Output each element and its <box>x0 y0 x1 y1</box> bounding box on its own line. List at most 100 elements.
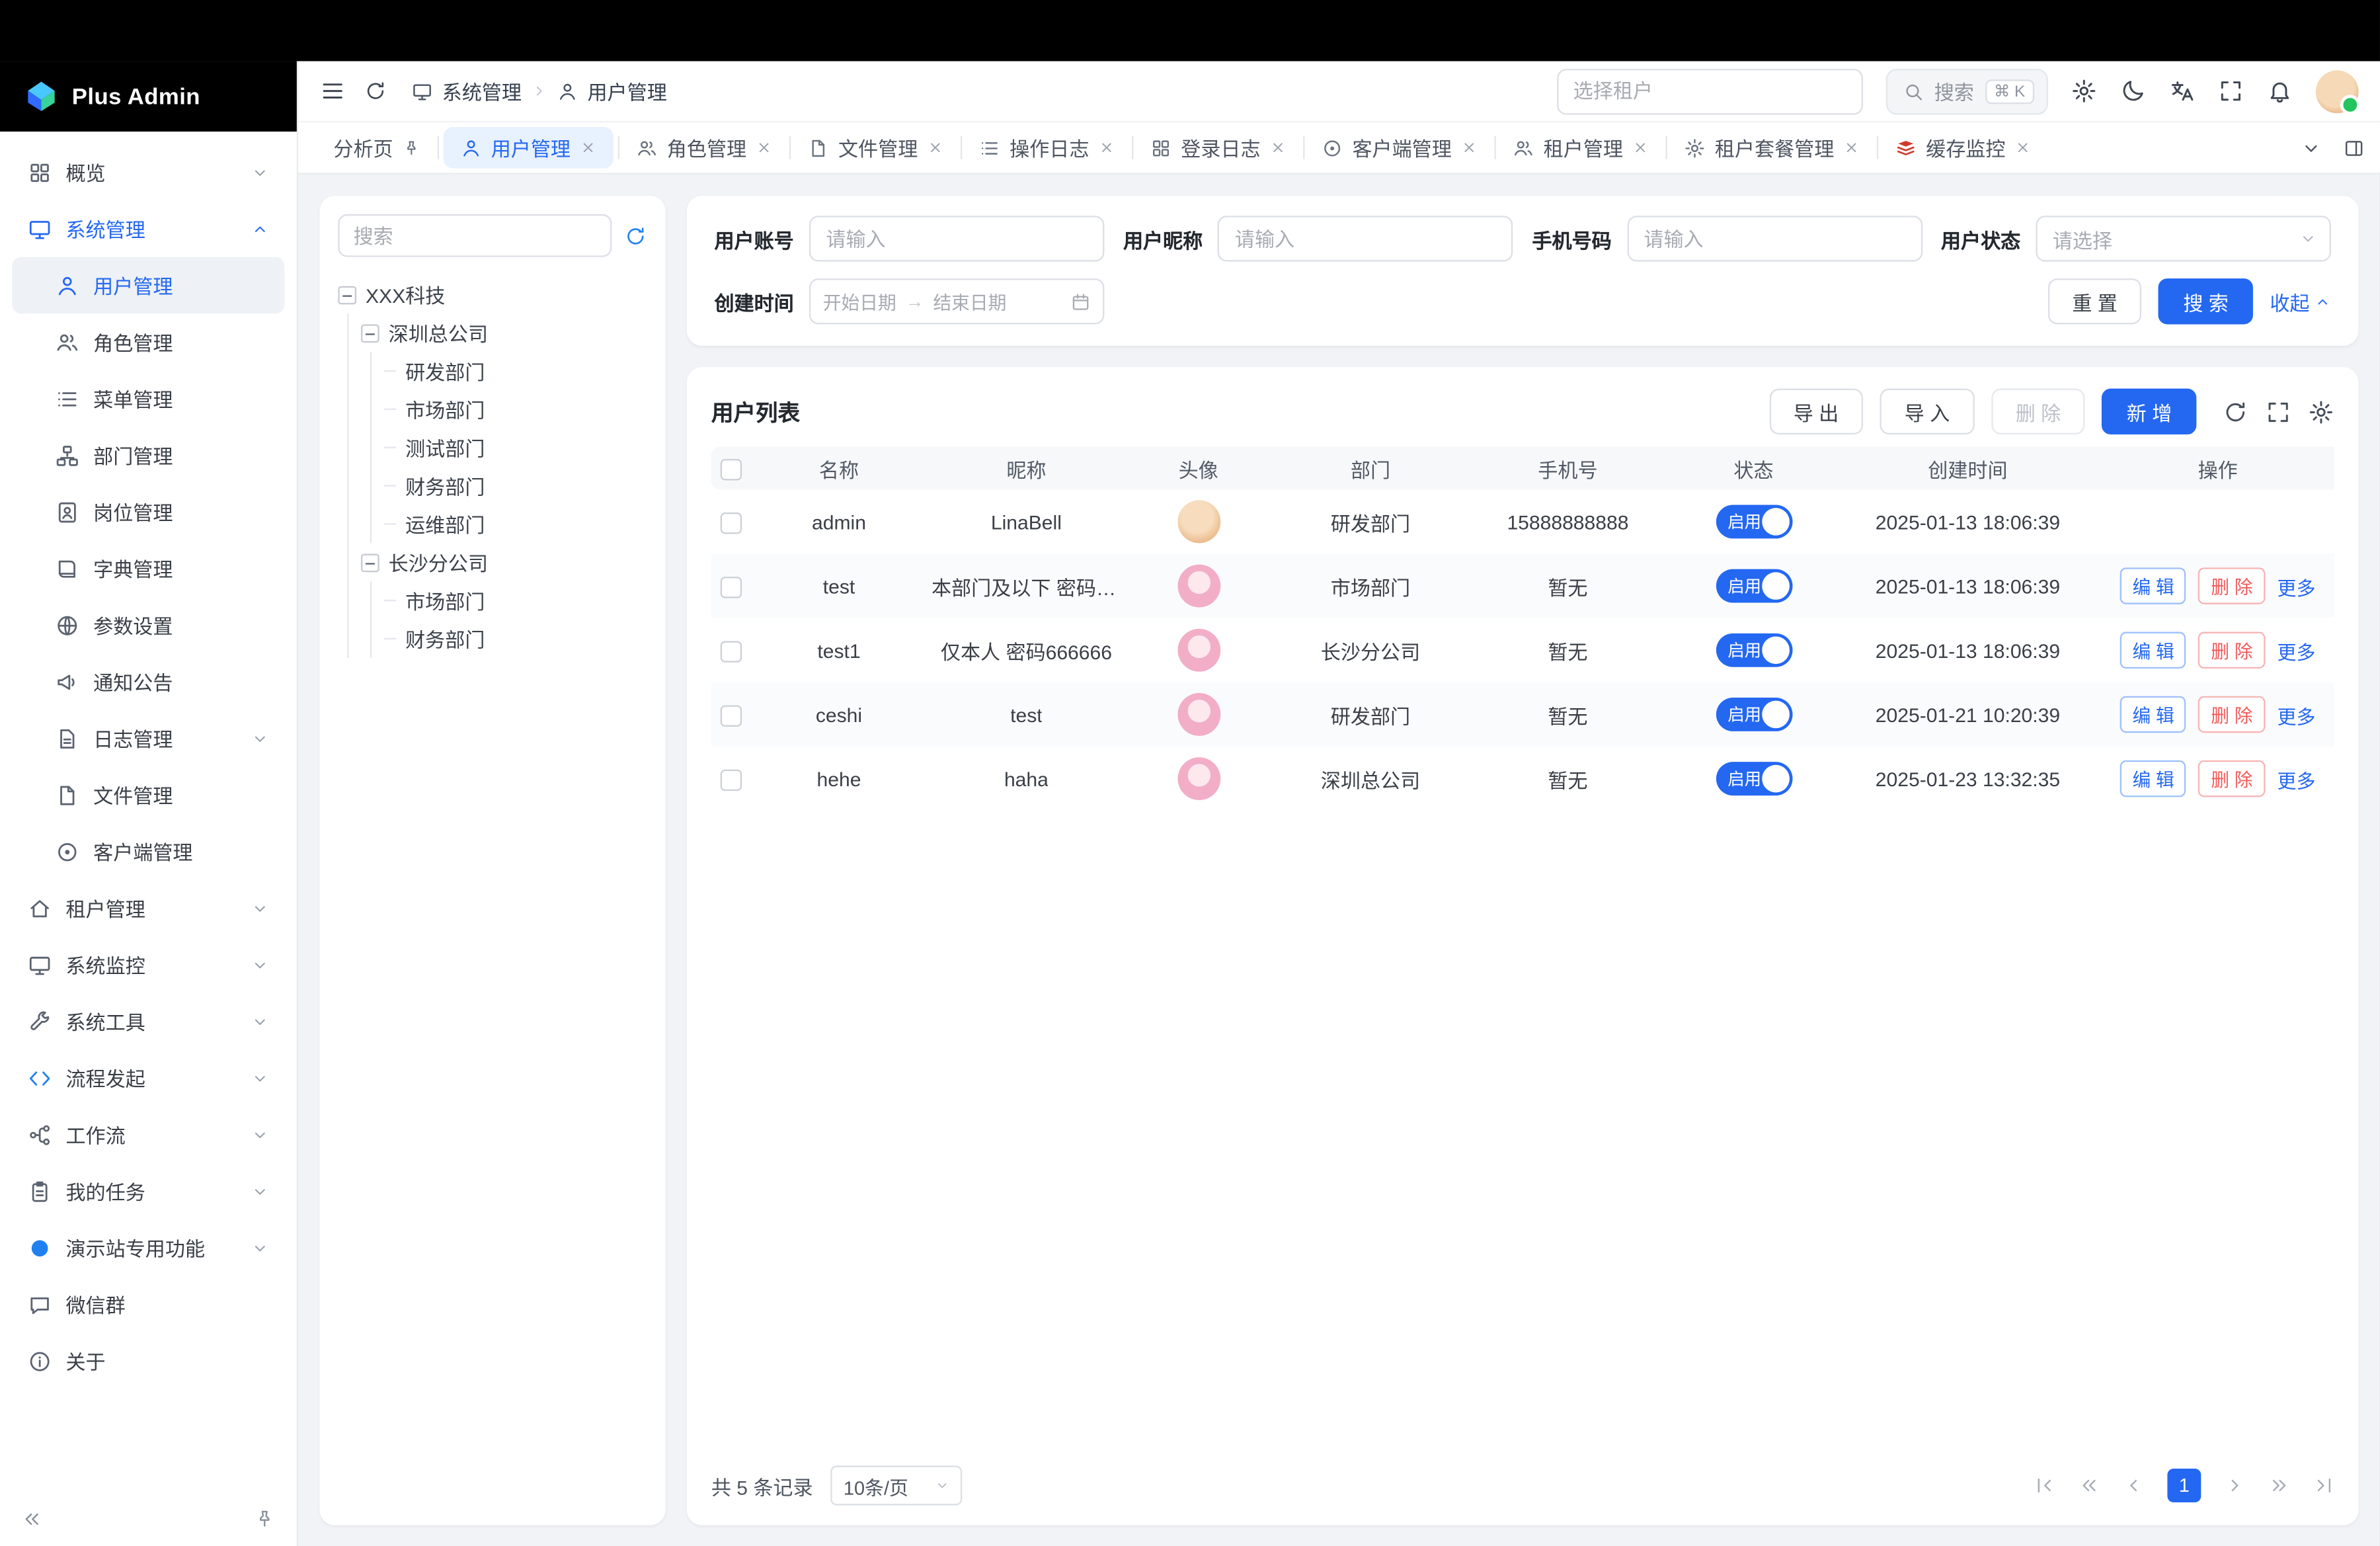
tree-collapse-icon[interactable] <box>361 323 379 342</box>
sidebar-item[interactable]: 文件管理 <box>13 766 285 823</box>
tree-node[interactable]: 研发部门 <box>384 352 647 390</box>
tab-1[interactable]: 分析页 <box>317 122 438 174</box>
tab-close-icon[interactable] <box>756 140 772 156</box>
settings-gear-icon[interactable] <box>2071 78 2097 104</box>
tab-close-icon[interactable] <box>580 140 596 156</box>
page-size-select[interactable]: 10条/页 <box>831 1465 963 1505</box>
sidebar-item[interactable]: 微信群 <box>13 1276 285 1333</box>
sidebar-pin-button[interactable] <box>254 1508 275 1529</box>
sidebar-item[interactable]: 参数设置 <box>13 596 285 653</box>
tab-5[interactable]: 操作日志 <box>962 122 1132 174</box>
tree-node[interactable]: 财务部门 <box>384 620 647 658</box>
jump-back-button[interactable] <box>2079 1475 2100 1496</box>
row-checkbox[interactable] <box>721 577 742 598</box>
sidebar-item[interactable]: 系统监控 <box>13 936 285 993</box>
sidebar-item[interactable]: 日志管理 <box>13 710 285 767</box>
tab-close-icon[interactable] <box>1632 140 1649 156</box>
phone-input[interactable] <box>1627 216 1923 261</box>
jump-forward-button[interactable] <box>2268 1475 2289 1496</box>
user-avatar[interactable] <box>2316 69 2359 112</box>
fullscreen-icon[interactable] <box>2218 78 2244 104</box>
delete-row-button[interactable]: 删 除 <box>2199 567 2265 604</box>
tree-node[interactable]: 深圳总公司 <box>361 313 647 352</box>
status-toggle[interactable]: 启用 <box>1716 569 1792 603</box>
import-button[interactable]: 导 入 <box>1880 389 1975 434</box>
row-checkbox[interactable] <box>721 705 742 726</box>
tenant-select-input[interactable] <box>1556 68 1862 114</box>
status-toggle[interactable]: 启用 <box>1716 505 1792 538</box>
language-icon[interactable] <box>2169 78 2195 104</box>
current-page-button[interactable]: 1 <box>2167 1469 2201 1502</box>
tree-search-input[interactable] <box>338 214 612 257</box>
tab-7[interactable]: 客户端管理 <box>1305 122 1495 174</box>
last-page-button[interactable] <box>2313 1475 2334 1496</box>
status-cell[interactable]: 启用 <box>1666 554 1842 618</box>
edit-button[interactable]: 编 辑 <box>2120 567 2186 604</box>
table-refresh-icon[interactable] <box>2223 399 2248 425</box>
status-toggle[interactable]: 启用 <box>1716 698 1792 731</box>
tree-node[interactable]: 长沙分公司 <box>361 543 647 581</box>
sidebar-item[interactable]: 演示站专用功能 <box>13 1219 285 1276</box>
delete-row-button[interactable]: 删 除 <box>2199 696 2265 733</box>
tab-close-icon[interactable] <box>2014 140 2031 156</box>
tree-node[interactable]: 市场部门 <box>384 581 647 620</box>
tab-2[interactable]: 用户管理 <box>444 127 614 168</box>
table-settings-icon[interactable] <box>2308 399 2334 425</box>
account-input[interactable] <box>809 216 1105 261</box>
tree-node[interactable]: 市场部门 <box>384 390 647 428</box>
more-button[interactable]: 更多 <box>2278 635 2316 665</box>
select-all-checkbox[interactable] <box>721 459 742 480</box>
sidebar-item[interactable]: 菜单管理 <box>13 370 285 427</box>
tab-10[interactable]: 缓存监控 <box>1878 122 2048 174</box>
sidebar-item[interactable]: 租户管理 <box>13 879 285 936</box>
delete-row-button[interactable]: 删 除 <box>2199 760 2265 797</box>
row-checkbox[interactable] <box>721 641 742 662</box>
prev-page-button[interactable] <box>2123 1475 2144 1496</box>
row-checkbox[interactable] <box>721 512 742 534</box>
status-cell[interactable]: 启用 <box>1666 489 1842 553</box>
sidebar-item[interactable]: 通知公告 <box>13 653 285 710</box>
delete-row-button[interactable]: 删 除 <box>2199 632 2265 669</box>
status-toggle[interactable]: 启用 <box>1716 633 1792 667</box>
table-fullscreen-icon[interactable] <box>2265 399 2291 425</box>
tab-6[interactable]: 登录日志 <box>1134 122 1304 174</box>
sidebar-item[interactable]: 部门管理 <box>13 427 285 483</box>
sidebar-item[interactable]: 岗位管理 <box>13 483 285 540</box>
sidebar-item[interactable]: 工作流 <box>13 1106 285 1163</box>
tab-9[interactable]: 租户套餐管理 <box>1667 122 1877 174</box>
search-button[interactable]: 搜 索 <box>2159 278 2253 324</box>
sidebar-item[interactable]: 流程发起 <box>13 1049 285 1106</box>
sidebar-item[interactable]: 系统工具 <box>13 993 285 1050</box>
sidebar-item[interactable]: 关于 <box>13 1332 285 1389</box>
pin-icon[interactable] <box>403 138 421 157</box>
status-cell[interactable]: 启用 <box>1666 618 1842 682</box>
tree-node[interactable]: 运维部门 <box>384 505 647 543</box>
tab-close-icon[interactable] <box>1843 140 1860 156</box>
status-select[interactable]: 请选择 <box>2036 216 2331 261</box>
date-range-picker[interactable]: 开始日期 → 结束日期 <box>809 278 1105 324</box>
tab-close-icon[interactable] <box>1098 140 1115 156</box>
delete-button[interactable]: 删 除 <box>1991 389 2086 434</box>
reset-button[interactable]: 重 置 <box>2047 278 2142 324</box>
edit-button[interactable]: 编 辑 <box>2120 632 2186 669</box>
sidebar-item[interactable]: 系统管理 <box>13 200 285 257</box>
global-search-button[interactable]: 搜索 ⌘ K <box>1885 68 2048 114</box>
tab-8[interactable]: 租户管理 <box>1496 122 1666 174</box>
tree-collapse-icon[interactable] <box>338 285 356 304</box>
menu-toggle-button[interactable] <box>320 78 346 104</box>
refresh-page-button[interactable] <box>364 79 387 102</box>
tab-close-icon[interactable] <box>1461 140 1478 156</box>
next-page-button[interactable] <box>2224 1475 2245 1496</box>
sidebar-item[interactable]: 字典管理 <box>13 540 285 597</box>
tree-node[interactable]: XXX科技 <box>338 275 647 313</box>
tree-node[interactable]: 财务部门 <box>384 467 647 505</box>
nickname-input[interactable] <box>1218 216 1513 261</box>
sidebar-collapse-button[interactable] <box>21 1508 42 1529</box>
status-cell[interactable]: 启用 <box>1666 747 1842 811</box>
more-button[interactable]: 更多 <box>2278 700 2316 729</box>
edit-button[interactable]: 编 辑 <box>2120 760 2186 797</box>
collapse-filters-link[interactable]: 收起 <box>2270 287 2331 316</box>
tab-4[interactable]: 文件管理 <box>791 122 961 174</box>
status-toggle[interactable]: 启用 <box>1716 762 1792 795</box>
export-button[interactable]: 导 出 <box>1769 389 1864 434</box>
